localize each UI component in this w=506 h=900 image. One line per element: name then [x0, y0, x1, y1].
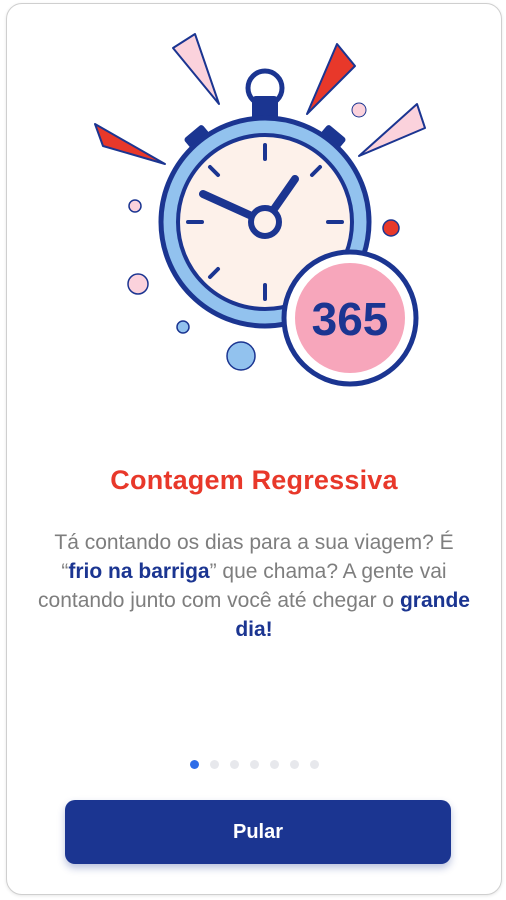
onboarding-card: 365 Contagem Regressiva Tá contando os d…	[6, 3, 502, 895]
burst-ray-top-left	[172, 33, 220, 105]
pagination-dot[interactable]	[229, 760, 239, 769]
pagination-dot[interactable]	[289, 760, 299, 769]
confetti-dot	[226, 341, 256, 371]
pagination-dot[interactable]	[209, 760, 219, 769]
burst-ray-left	[94, 123, 166, 165]
confetti-dot	[176, 320, 190, 334]
stopwatch-illustration: 365	[94, 33, 426, 387]
burst-ray-right	[358, 103, 426, 157]
description-highlight-frio: frio na barriga	[68, 560, 210, 583]
confetti-dot	[382, 219, 400, 237]
confetti-dot	[127, 273, 149, 295]
pagination-dot-active[interactable]	[189, 760, 199, 769]
countdown-badge-number: 365	[312, 293, 389, 345]
confetti-dot	[128, 199, 142, 213]
pagination-dots	[7, 760, 501, 772]
burst-ray-top-right	[306, 43, 356, 115]
pagination-dot[interactable]	[249, 760, 259, 769]
pagination-dot[interactable]	[269, 760, 279, 769]
onboarding-title: Contagem Regressiva	[110, 465, 398, 495]
skip-button[interactable]: Pular	[65, 800, 451, 864]
pagination-dot[interactable]	[309, 760, 319, 769]
onboarding-description: Tá contando os dias para a sua viagem? É…	[37, 528, 471, 644]
confetti-dot	[351, 102, 367, 118]
stopwatch-hub	[248, 205, 282, 239]
